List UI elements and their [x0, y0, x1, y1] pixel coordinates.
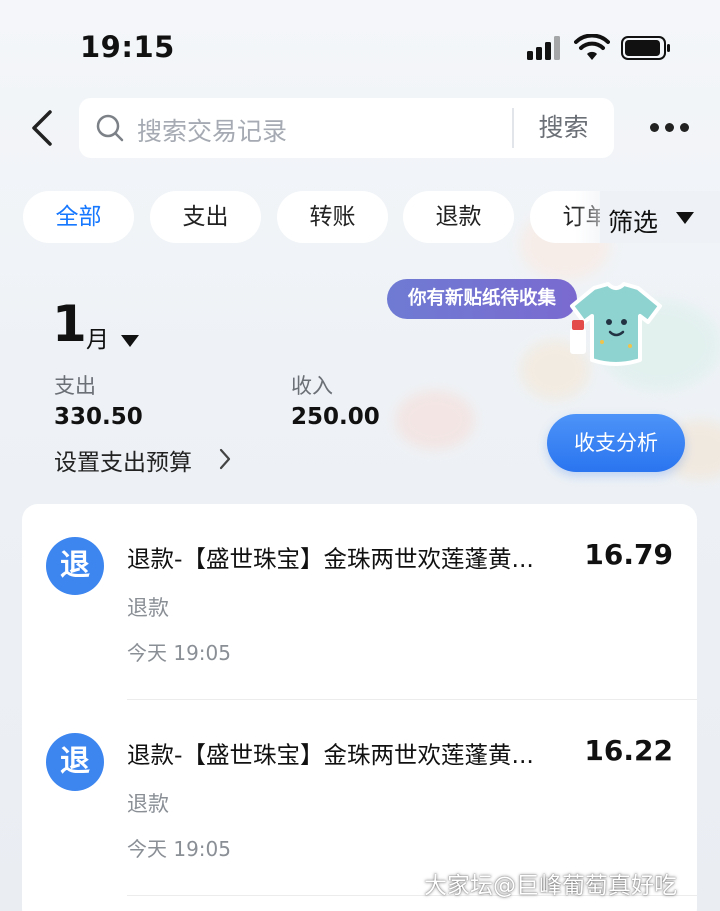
- caret-down-icon: [676, 212, 694, 224]
- tshirt-sticker-icon[interactable]: [566, 280, 666, 372]
- search-input[interactable]: 搜索交易记录: [137, 112, 287, 148]
- transaction-row[interactable]: 退 退款-【盛世珠宝】金珠两世欢莲蓬黄... 退款 今天 19:05 16.79: [22, 504, 697, 700]
- transaction-records-screen: 19:15 搜索交易记录 搜索 全部 支出 转账 退款 筛选 1 月 支出 33…: [0, 0, 720, 911]
- income-label: 收入: [291, 374, 333, 398]
- wifi-icon: [574, 34, 610, 60]
- chip-expense[interactable]: 支出: [150, 191, 261, 243]
- income-value: 250.00: [291, 404, 380, 430]
- budget-label: 设置支出预算: [54, 450, 192, 476]
- status-time: 19:15: [80, 30, 175, 64]
- month-number: 1: [52, 295, 87, 353]
- chip-refund[interactable]: 退款: [403, 191, 514, 243]
- chip-all[interactable]: 全部: [23, 191, 134, 243]
- transaction-time: 今天 19:05: [127, 837, 231, 861]
- transaction-title: 退款-【盛世珠宝】金珠两世欢莲蓬黄...: [127, 545, 534, 573]
- transaction-list: 退 退款-【盛世珠宝】金珠两世欢莲蓬黄... 退款 今天 19:05 16.79…: [22, 504, 697, 911]
- month-unit: 月: [86, 327, 109, 353]
- cellular-signal-icon: [527, 36, 563, 60]
- chevron-right-icon: [219, 448, 231, 470]
- dot-icon: [665, 123, 674, 132]
- search-button[interactable]: 搜索: [513, 98, 614, 158]
- chip-transfer[interactable]: 转账: [277, 191, 388, 243]
- bg-decoration: [395, 390, 475, 450]
- watermark: 大家坛@巨峰葡萄真好吃: [424, 873, 677, 899]
- battery-icon: [621, 36, 670, 60]
- search-icon: [96, 114, 124, 142]
- search-bar[interactable]: 搜索交易记录 搜索: [79, 98, 614, 158]
- more-options-button[interactable]: [644, 112, 694, 142]
- caret-down-icon: [121, 335, 139, 347]
- transaction-type: 退款: [127, 596, 169, 620]
- back-button[interactable]: [22, 104, 66, 152]
- status-bar: 19:15: [0, 0, 720, 90]
- dot-icon: [680, 123, 689, 132]
- transaction-time: 今天 19:05: [127, 641, 231, 665]
- set-budget-link[interactable]: 设置支出预算: [54, 443, 244, 476]
- expense-label: 支出: [54, 374, 96, 398]
- sticker-notice[interactable]: 你有新贴纸待收集: [387, 279, 577, 319]
- expense-value: 330.50: [54, 404, 143, 430]
- filter-button[interactable]: 筛选: [600, 191, 720, 243]
- dot-icon: [650, 123, 659, 132]
- refund-icon: 退: [46, 537, 104, 595]
- income-expense-analysis-button[interactable]: 收支分析: [547, 414, 685, 472]
- transaction-amount: 16.22: [584, 734, 673, 767]
- refund-icon: 退: [46, 733, 104, 791]
- transaction-type: 退款: [127, 792, 169, 816]
- transaction-title: 退款-【盛世珠宝】金珠两世欢莲蓬黄...: [127, 741, 534, 769]
- filter-label: 筛选: [608, 208, 659, 237]
- transaction-amount: 16.79: [584, 538, 673, 571]
- filter-chips: 全部 支出 转账 退款 订单 筛选: [0, 191, 720, 243]
